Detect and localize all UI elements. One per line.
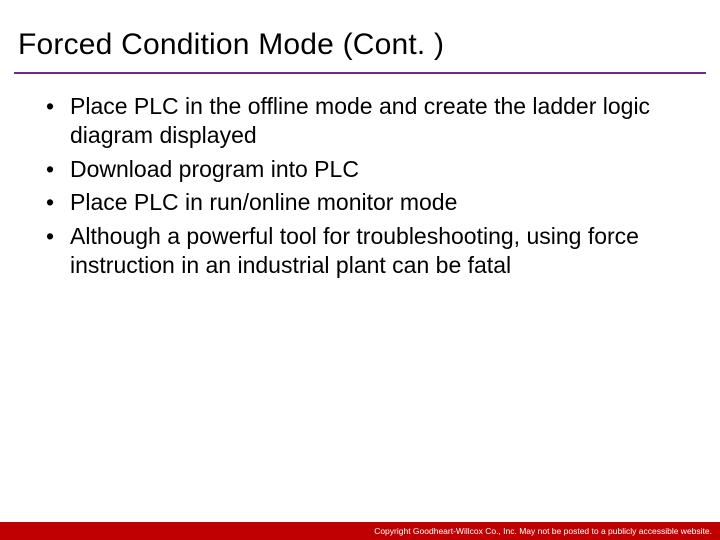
list-item: Place PLC in run/online monitor mode <box>40 188 680 217</box>
list-item: Download program into PLC <box>40 155 680 184</box>
slide-title: Forced Condition Mode (Cont. ) <box>0 0 720 68</box>
slide-body: Place PLC in the offline mode and create… <box>0 74 720 281</box>
list-item: Although a powerful tool for troubleshoo… <box>40 222 680 281</box>
copyright-text: Copyright Goodheart-Willcox Co., Inc. Ma… <box>374 526 712 536</box>
bullet-list: Place PLC in the offline mode and create… <box>40 92 680 281</box>
footer-bar: Copyright Goodheart-Willcox Co., Inc. Ma… <box>0 522 720 540</box>
list-item: Place PLC in the offline mode and create… <box>40 92 680 151</box>
